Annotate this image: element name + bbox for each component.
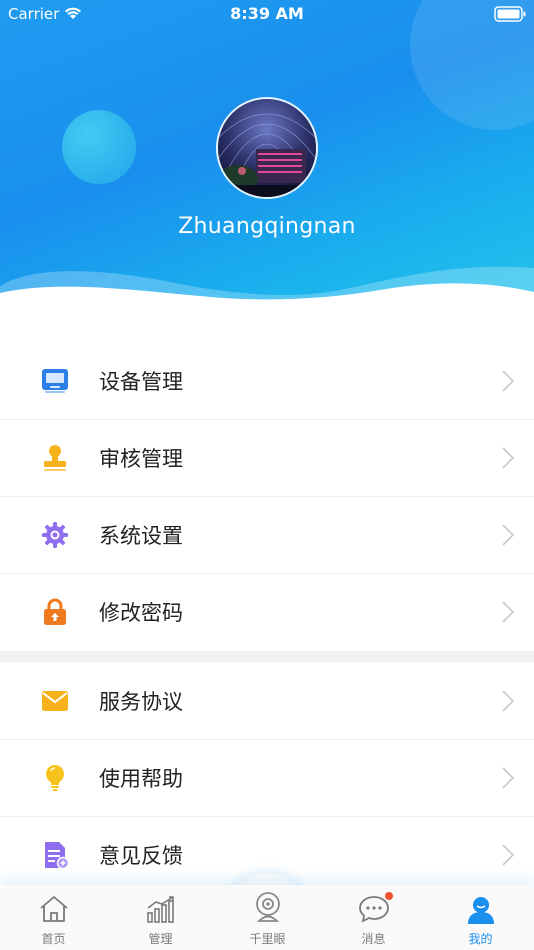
menu-item-review-management[interactable]: 审核管理 (0, 419, 534, 496)
tab-label: 消息 (361, 932, 386, 946)
menu-item-system-settings[interactable]: 系统设置 (0, 496, 534, 573)
menu-item-label: 审核管理 (99, 447, 183, 471)
envelope-icon (42, 691, 68, 711)
tab-label: 管理 (148, 932, 173, 946)
chart-icon (146, 896, 174, 923)
profile-screen: Carrier 8:39 AM Zhuangqingnan 设备管理 审核管理 … (0, 0, 534, 950)
menu-group-account: 设备管理 审核管理 系统设置 修改密码 (0, 342, 534, 650)
tab-camera[interactable]: 千里眼 (214, 885, 321, 950)
tab-me[interactable]: 我的 (427, 885, 534, 950)
camera-icon (255, 892, 280, 922)
feedback-document-icon (45, 842, 70, 870)
tab-label: 千里眼 (249, 932, 286, 946)
tab-messages[interactable]: 消息 (320, 885, 427, 950)
user-icon (467, 897, 494, 924)
chevron-right-icon (502, 447, 514, 469)
chevron-right-icon (502, 690, 514, 712)
chevron-right-icon (502, 601, 514, 623)
username: Zhuangqingnan (178, 214, 356, 239)
avatar[interactable] (216, 97, 318, 199)
status-bar: Carrier 8:39 AM (0, 0, 534, 30)
menu-item-label: 系统设置 (99, 524, 183, 548)
tab-label: 我的 (468, 932, 493, 946)
stamp-icon (44, 445, 66, 471)
menu-item-service-agreement[interactable]: 服务协议 (0, 662, 534, 739)
tab-management[interactable]: 管理 (107, 885, 214, 950)
menu-item-label: 服务协议 (99, 690, 183, 714)
message-icon (358, 896, 389, 923)
tab-label: 首页 (41, 932, 66, 946)
chevron-right-icon (502, 524, 514, 546)
gear-icon (42, 522, 68, 548)
menu-item-label: 意见反馈 (99, 844, 183, 868)
battery-icon (494, 6, 526, 22)
message-badge-dot (385, 892, 393, 900)
menu-item-label: 设备管理 (99, 370, 183, 394)
menu-item-help[interactable]: 使用帮助 (0, 739, 534, 816)
device-monitor-icon (42, 369, 68, 393)
avatar-photo (218, 99, 316, 197)
menu-item-device-management[interactable]: 设备管理 (0, 342, 534, 419)
status-time: 8:39 AM (230, 4, 304, 23)
menu-group-support: 服务协议 使用帮助 意见反馈 (0, 662, 534, 893)
chevron-right-icon (502, 370, 514, 392)
lock-icon (44, 598, 66, 625)
menu-item-label: 使用帮助 (99, 767, 183, 791)
chevron-right-icon (502, 844, 514, 866)
tab-home[interactable]: 首页 (0, 885, 107, 950)
lightbulb-icon (46, 765, 64, 791)
menu-item-change-password[interactable]: 修改密码 (0, 573, 534, 650)
home-icon (39, 896, 68, 922)
chevron-right-icon (502, 767, 514, 789)
tab-bar: 首页 管理 千里眼 消息 我的 (0, 885, 534, 950)
menu-item-label: 修改密码 (99, 601, 183, 625)
section-divider (0, 651, 534, 662)
